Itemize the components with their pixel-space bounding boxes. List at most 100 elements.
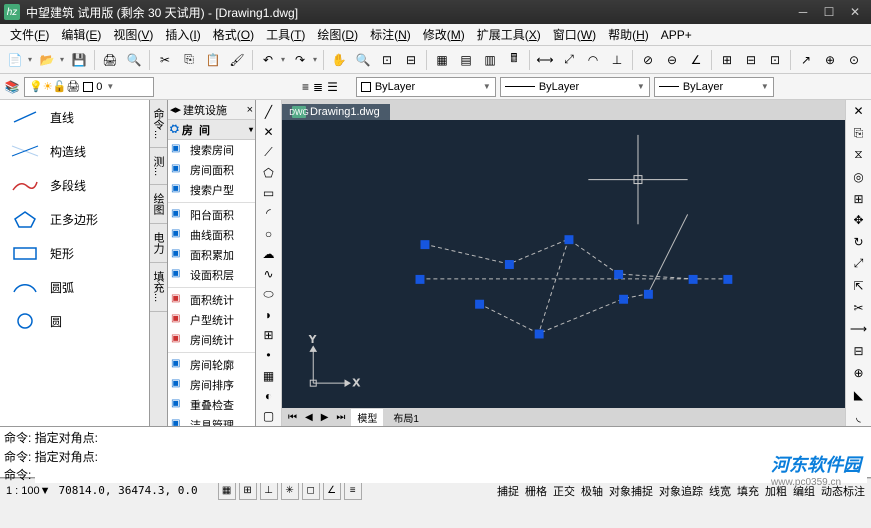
- array-icon[interactable]: ⊞: [849, 189, 869, 208]
- status-加粗[interactable]: 加粗: [765, 483, 787, 499]
- ellipse-arc-icon[interactable]: ◗: [258, 305, 280, 324]
- menu-APP+[interactable]: APP+: [655, 26, 698, 44]
- dim-ord-button[interactable]: ⊥: [606, 49, 628, 71]
- menu-修改[interactable]: 修改(M): [417, 24, 471, 45]
- ortho-toggle[interactable]: ⊥: [260, 482, 278, 500]
- minimize-button[interactable]: ─: [791, 3, 815, 21]
- dim-diameter-button[interactable]: ⊖: [661, 49, 683, 71]
- dim-baseline-button[interactable]: ⊟: [740, 49, 762, 71]
- status-捕捉[interactable]: 捕捉: [497, 483, 519, 499]
- tolerance-button[interactable]: ⊕: [819, 49, 841, 71]
- vtab-电力[interactable]: 电力: [150, 224, 167, 263]
- stretch-icon[interactable]: ⇱: [849, 276, 869, 295]
- mirror-icon[interactable]: ⧖: [849, 146, 869, 165]
- polar-toggle[interactable]: ✳: [281, 482, 299, 500]
- menu-标注[interactable]: 标注(N): [364, 24, 417, 45]
- tool-rectangle[interactable]: 矩形: [0, 236, 149, 270]
- tab-first-icon[interactable]: ⏮: [286, 412, 299, 423]
- point-icon[interactable]: •: [258, 346, 280, 365]
- zoom-window-button[interactable]: ⊡: [376, 49, 398, 71]
- hatch-icon[interactable]: ▦: [258, 366, 280, 385]
- polygon-icon[interactable]: ⬠: [258, 163, 280, 182]
- copy-button[interactable]: ⎘: [178, 49, 200, 71]
- pline-icon[interactable]: ⟋: [258, 143, 280, 162]
- tool-xline[interactable]: 构造线: [0, 134, 149, 168]
- rotate-icon[interactable]: ↻: [849, 233, 869, 252]
- linetype-combo[interactable]: ByLayer▼: [500, 77, 650, 97]
- dim-radius-button[interactable]: ⊘: [637, 49, 659, 71]
- status-对象捕捉[interactable]: 对象捕捉: [609, 483, 653, 499]
- room-item-房间面积[interactable]: ▣房间面积: [168, 160, 255, 180]
- save-button[interactable]: 💾: [68, 49, 90, 71]
- lwt-toggle[interactable]: ≡: [344, 482, 362, 500]
- match-button[interactable]: 🖌: [226, 49, 248, 71]
- block-icon[interactable]: ⊞: [258, 325, 280, 344]
- room-item-面积统计[interactable]: ▣面积统计: [168, 290, 255, 310]
- vtab-命令...[interactable]: 命令...: [150, 100, 167, 148]
- redo-button[interactable]: ↷: [289, 49, 311, 71]
- close-button[interactable]: ✕: [843, 3, 867, 21]
- status-极轴[interactable]: 极轴: [581, 483, 603, 499]
- command-input[interactable]: [35, 466, 867, 483]
- align-left-icon[interactable]: ≡: [302, 80, 309, 94]
- properties-button[interactable]: ▦: [431, 49, 453, 71]
- dim-angular-button[interactable]: ∠: [685, 49, 707, 71]
- layer-manager-icon[interactable]: 📚: [4, 79, 20, 95]
- scale-display[interactable]: 1 : 100▼: [6, 485, 51, 497]
- dim-quick-button[interactable]: ⊞: [716, 49, 738, 71]
- designcenter-button[interactable]: ▤: [455, 49, 477, 71]
- lineweight-combo[interactable]: ByLayer▼: [654, 77, 774, 97]
- copy-icon[interactable]: ⎘: [849, 124, 869, 143]
- open-button[interactable]: 📂: [36, 49, 58, 71]
- menu-格式[interactable]: 格式(O): [207, 24, 260, 45]
- menu-窗口[interactable]: 窗口(W): [547, 24, 602, 45]
- circle-icon[interactable]: ○: [258, 224, 280, 243]
- dim-arc-button[interactable]: ◠: [582, 49, 604, 71]
- menu-编辑[interactable]: 编辑(E): [55, 24, 107, 45]
- room-item-搜索户型[interactable]: ▣搜索户型: [168, 180, 255, 200]
- tool-arc[interactable]: 圆弧: [0, 270, 149, 304]
- offset-icon[interactable]: ◎: [849, 167, 869, 186]
- preview-button[interactable]: 🔍: [123, 49, 145, 71]
- osnap-toggle[interactable]: ◻: [302, 482, 320, 500]
- tool-line[interactable]: 直线: [0, 100, 149, 134]
- room-item-洁具管理[interactable]: ▣洁具管理: [168, 415, 255, 426]
- room-item-阳台面积[interactable]: ▣阳台面积: [168, 205, 255, 225]
- erase-icon[interactable]: ✕: [849, 102, 869, 121]
- status-正交[interactable]: 正交: [553, 483, 575, 499]
- leader-button[interactable]: ↗: [795, 49, 817, 71]
- room-item-房间统计[interactable]: ▣房间统计: [168, 330, 255, 350]
- tool-polyline[interactable]: 多段线: [0, 168, 149, 202]
- break-icon[interactable]: ⊟: [849, 342, 869, 361]
- pan-button[interactable]: ✋: [328, 49, 350, 71]
- ellipse-icon[interactable]: ⬭: [258, 285, 280, 304]
- room-item-重叠检查[interactable]: ▣重叠检查: [168, 395, 255, 415]
- status-栅格[interactable]: 栅格: [525, 483, 547, 499]
- menu-视图[interactable]: 视图(V): [107, 24, 159, 45]
- panel-close-icon[interactable]: ×: [247, 104, 253, 116]
- print-button[interactable]: 🖨: [99, 49, 121, 71]
- menu-帮助[interactable]: 帮助(H): [602, 24, 655, 45]
- align-right-icon[interactable]: ☰: [327, 80, 338, 94]
- region-icon[interactable]: ▢: [258, 407, 280, 426]
- dim-continue-button[interactable]: ⊡: [764, 49, 786, 71]
- scale-icon[interactable]: ⤢: [849, 255, 869, 274]
- room-item-房间轮廓[interactable]: ▣房间轮廓: [168, 355, 255, 375]
- vtab-绘图[interactable]: 绘图: [150, 185, 167, 224]
- vtab-测...[interactable]: 测...: [150, 148, 167, 185]
- model-tab[interactable]: 模型: [351, 409, 383, 426]
- status-线宽[interactable]: 线宽: [709, 483, 731, 499]
- gradient-icon[interactable]: ◐: [258, 386, 280, 405]
- join-icon[interactable]: ⊕: [849, 364, 869, 383]
- color-combo[interactable]: ByLayer▼: [356, 77, 496, 97]
- paste-button[interactable]: 📋: [202, 49, 224, 71]
- menu-插入[interactable]: 插入(I): [159, 24, 206, 45]
- zoom-realtime-button[interactable]: 🔍: [352, 49, 374, 71]
- layer-combo[interactable]: 💡☀🔓🖨 0▼: [24, 77, 154, 97]
- calc-button[interactable]: 🖩: [503, 49, 525, 71]
- tab-next-icon[interactable]: ▶: [319, 412, 331, 423]
- tool-circle[interactable]: 圆: [0, 304, 149, 338]
- move-icon[interactable]: ✥: [849, 211, 869, 230]
- room-item-房间排序[interactable]: ▣房间排序: [168, 375, 255, 395]
- menu-文件[interactable]: 文件(F): [4, 24, 55, 45]
